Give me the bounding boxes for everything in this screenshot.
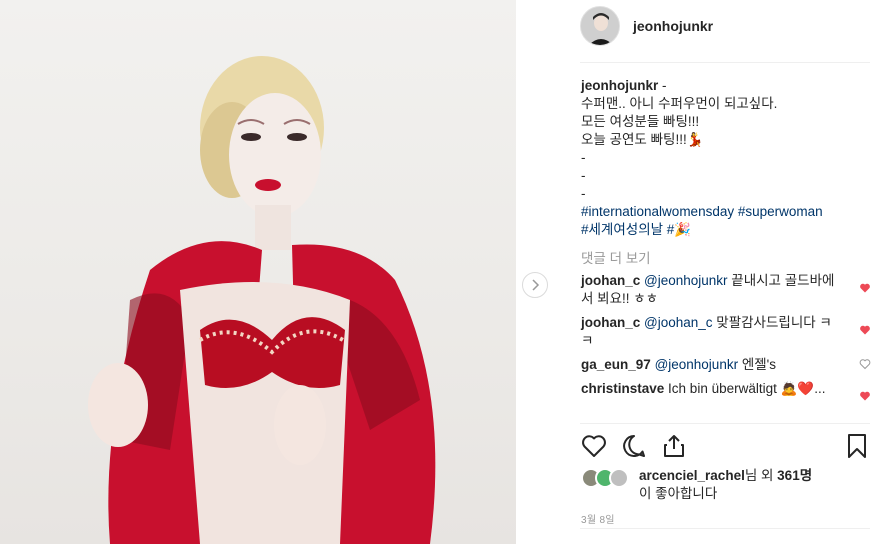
caption-line: 오늘 공연도 빠팅!!!💃 <box>581 132 704 147</box>
likes-count[interactable]: 361명 <box>777 468 812 483</box>
caption-first-line: jeonhojunkr - <box>581 77 866 95</box>
comment-text: joohan_c @joohan_c 맞팔감사드립니다 ㅋㅋ <box>581 314 843 350</box>
caption-username[interactable]: jeonhojunkr <box>581 78 658 93</box>
actions-divider <box>580 423 870 424</box>
hashtag-link[interactable]: #세계여성의날 <box>581 222 663 237</box>
author-username[interactable]: jeonhojunkr <box>633 18 713 34</box>
post-photo[interactable] <box>0 0 516 544</box>
caption-dash: - <box>662 78 667 93</box>
next-photo-button[interactable] <box>522 272 548 298</box>
likes-suffix: 이 좋아합니다 <box>639 486 718 501</box>
post-date[interactable]: 3월 8일 <box>581 511 615 526</box>
liker-avatar-stack[interactable] <box>581 468 633 490</box>
comment-item: joohan_c @joohan_c 맞팔감사드립니다 ㅋㅋ <box>581 314 871 350</box>
comment-bubble-icon[interactable] <box>620 432 648 460</box>
comment-username[interactable]: ga_eun_97 <box>581 357 651 372</box>
comment-username[interactable]: christinstave <box>581 381 664 396</box>
chevron-right-icon <box>532 279 540 291</box>
view-more-comments-link[interactable]: 댓글 더 보기 <box>581 247 651 267</box>
author-avatar[interactable] <box>580 6 620 46</box>
comment-username[interactable]: joohan_c <box>581 273 640 288</box>
comment-item: ga_eun_97 @jeonhojunkr 엔젤's <box>581 356 871 374</box>
caption-line: 수퍼맨.. 아니 수퍼우먼이 되고싶다. <box>581 96 778 111</box>
performer-photo-illustration <box>88 56 436 544</box>
hashtag-link[interactable]: #🎉 <box>667 222 691 237</box>
comment-body: Ich bin überwältigt 🙇❤️... <box>664 381 826 396</box>
heart-filled-icon[interactable] <box>859 390 871 402</box>
liker-username[interactable]: arcenciel_rachel <box>639 468 745 483</box>
comment-item: christinstave Ich bin überwältigt 🙇❤️... <box>581 380 871 401</box>
comment-text: christinstave Ich bin überwältigt 🙇❤️... <box>581 380 843 398</box>
post-header: jeonhojunkr <box>580 5 713 47</box>
instagram-post: jeonhojunkr jeonhojunkr - 수퍼맨.. 아니 수퍼우먼이… <box>0 0 890 544</box>
caption-line: - <box>581 168 586 183</box>
caption-line: - <box>581 150 586 165</box>
caption-line: - <box>581 186 586 201</box>
action-bar <box>580 432 870 462</box>
likes-text: arcenciel_rachel님 외 361명 이 좋아합니다 <box>639 467 879 503</box>
heart-outline-icon[interactable] <box>859 358 871 370</box>
caption-line: 모든 여성분들 빠팅!!! <box>581 114 700 129</box>
heart-outline-icon[interactable] <box>580 432 608 460</box>
hashtag-line: #internationalwomensday #superwoman <box>581 203 866 221</box>
post-caption: jeonhojunkr - 수퍼맨.. 아니 수퍼우먼이 되고싶다. 모든 여성… <box>581 77 866 239</box>
comment-mention[interactable]: @joohan_c <box>644 315 713 330</box>
hashtag-link[interactable]: #superwoman <box>738 204 823 219</box>
liker-avatar <box>609 468 629 488</box>
share-icon[interactable] <box>660 432 688 460</box>
comment-mention[interactable]: @jeonhojunkr <box>644 273 728 288</box>
likes-middle: 님 외 <box>744 468 778 483</box>
hashtag-line: #세계여성의날 #🎉 <box>581 221 866 239</box>
hashtag-link[interactable]: #internationalwomensday <box>581 204 734 219</box>
post-side-panel: jeonhojunkr jeonhojunkr - 수퍼맨.. 아니 수퍼우먼이… <box>568 0 871 544</box>
heart-filled-icon[interactable] <box>859 282 871 294</box>
header-divider <box>580 62 870 63</box>
comment-text: joohan_c @jeonhojunkr 끝내시고 골드바에서 뵈요!! ㅎㅎ <box>581 272 843 308</box>
footer-divider <box>580 528 870 529</box>
comment-text: ga_eun_97 @jeonhojunkr 엔젤's <box>581 356 843 374</box>
avatar-illustration <box>581 7 619 45</box>
comment-username[interactable]: joohan_c <box>581 315 640 330</box>
heart-filled-icon[interactable] <box>859 324 871 336</box>
comment-body: 엔젤's <box>738 357 776 372</box>
bookmark-icon[interactable] <box>843 432 871 460</box>
comment-mention[interactable]: @jeonhojunkr <box>655 357 739 372</box>
comment-item: joohan_c @jeonhojunkr 끝내시고 골드바에서 뵈요!! ㅎㅎ <box>581 272 871 308</box>
